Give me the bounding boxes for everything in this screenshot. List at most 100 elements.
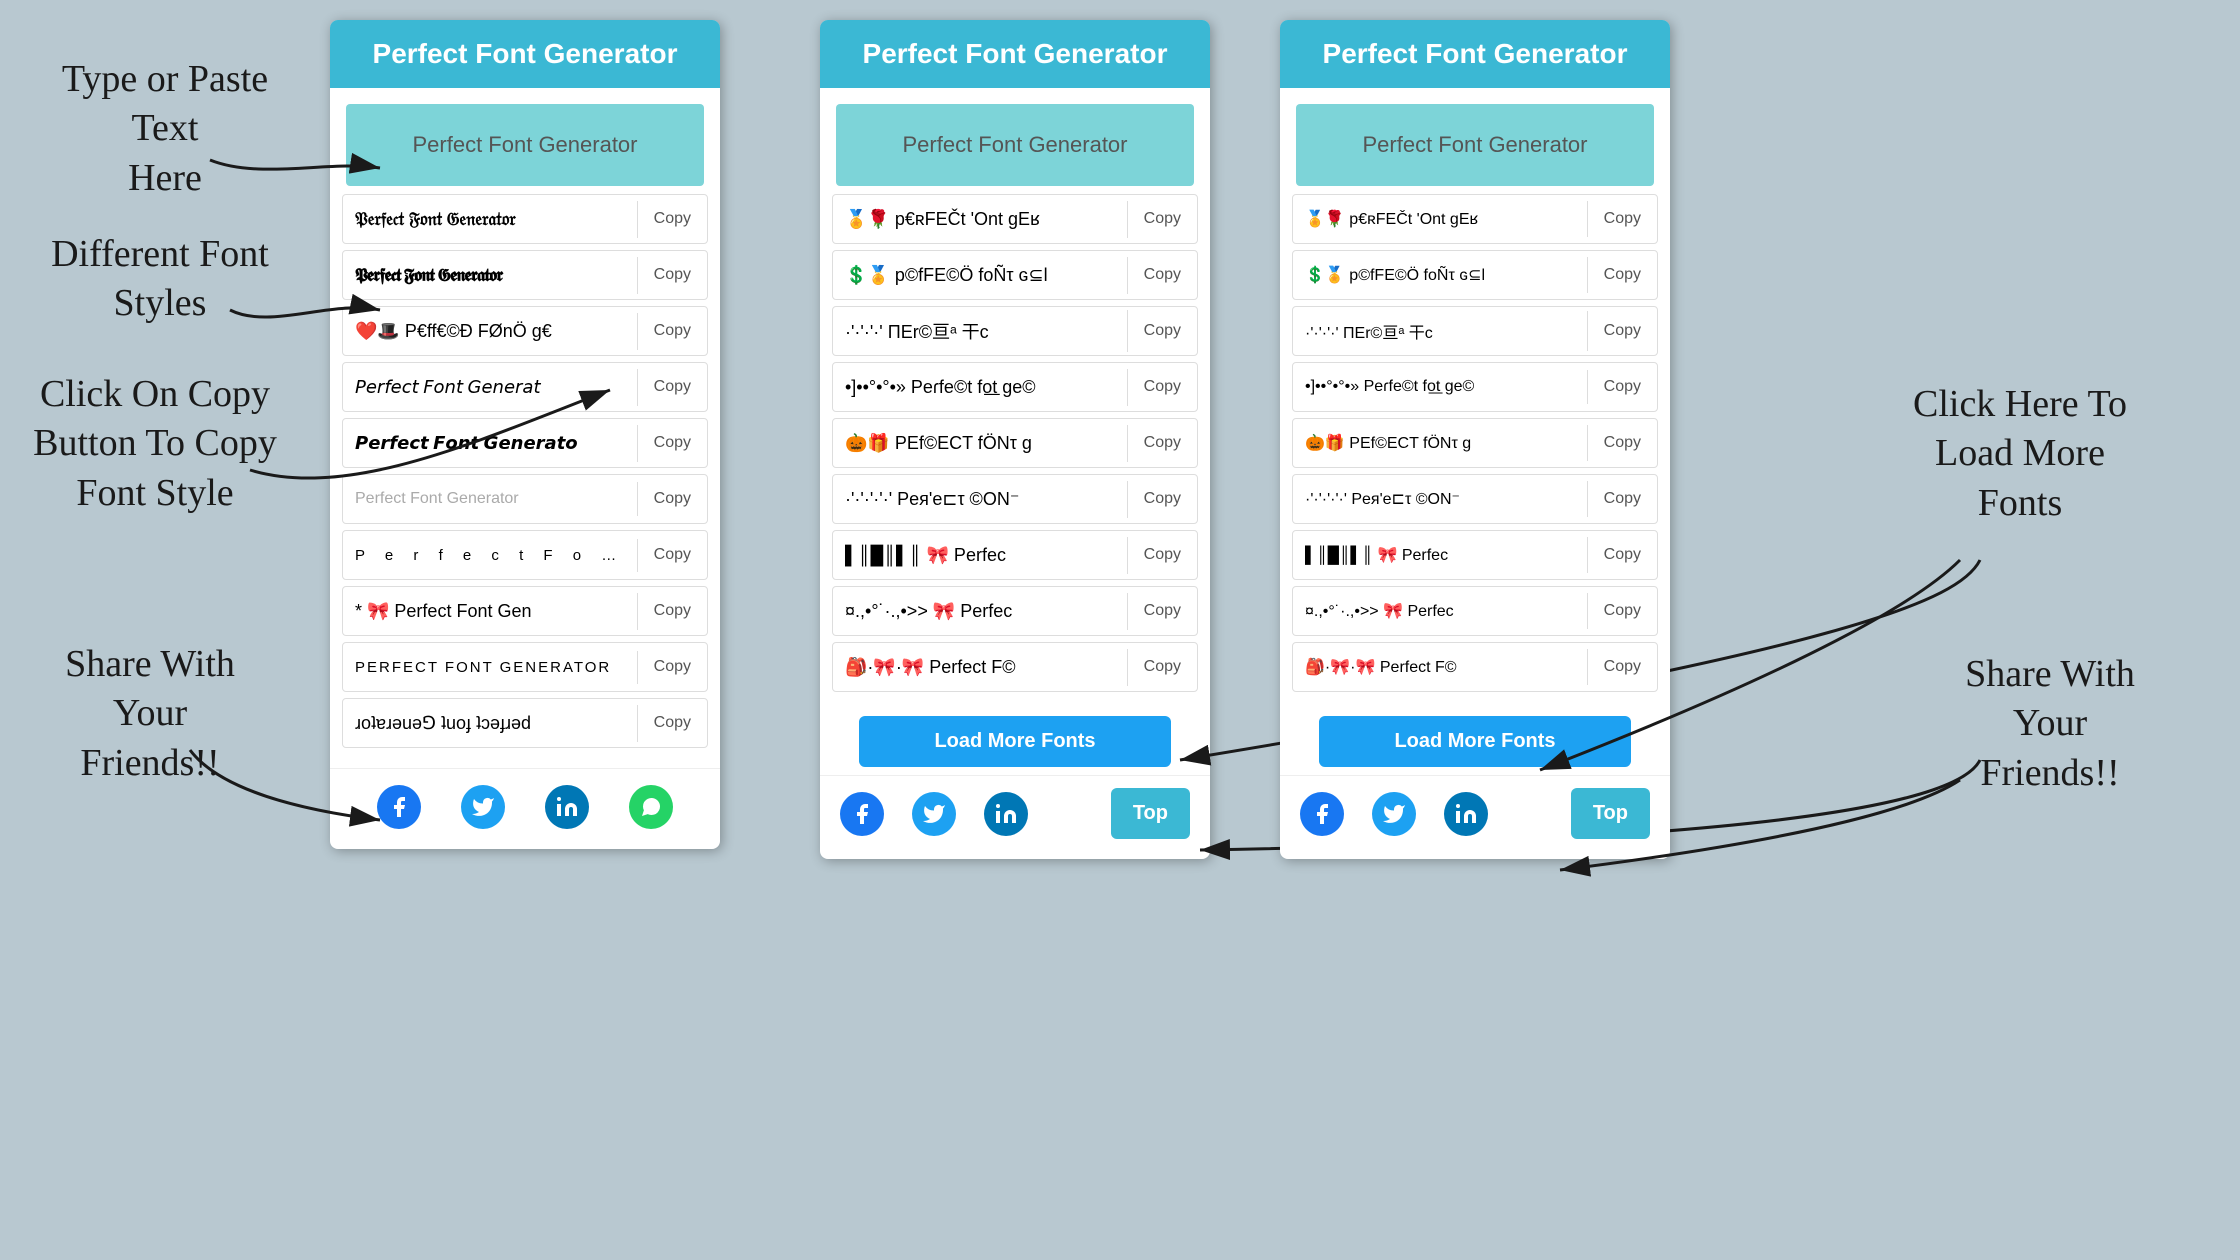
r2-twitter-icon[interactable] (1372, 792, 1416, 836)
r2-copy-9[interactable]: Copy (1588, 650, 1657, 684)
annotation-different-fonts: Different FontStyles (20, 230, 300, 329)
r2-copy-5[interactable]: Copy (1588, 426, 1657, 460)
right-font-row-2: ·'·'·'·' ΠEr©亘ᵃ 干c Copy (832, 306, 1198, 356)
font-text-4: 𝘗𝘦𝘳𝘧𝘦𝘤𝘵 𝘍𝘰𝘯𝘵 𝘎𝘦𝘯𝘦𝘳𝘢𝘵 (343, 369, 638, 406)
r2-linkedin-icon[interactable] (1444, 792, 1488, 836)
annotation-click-copy: Click On CopyButton To CopyFont Style (0, 370, 310, 518)
copy-btn-8[interactable]: Copy (638, 594, 707, 628)
copy-btn-1[interactable]: Copy (638, 202, 707, 236)
r2-copy-1[interactable]: Copy (1588, 202, 1657, 236)
r2-row-9: 🎒·🎀·🎀 Perfect F© Copy (1292, 642, 1658, 692)
right-copy-btn-4[interactable]: Copy (1128, 426, 1197, 460)
top-button-2[interactable]: Top (1571, 788, 1650, 839)
r2-row-3: ·'·'·'·' ΠEr©亘ᵃ 干c Copy (1292, 306, 1658, 356)
facebook-icon[interactable] (377, 785, 421, 829)
right-copy-btn-0[interactable]: Copy (1128, 202, 1197, 236)
font-text-3: ❤️🎩 P€ff€©Ð FØnÖ g€ (343, 313, 638, 350)
right-font-text-2: ·'·'·'·' ΠEr©亘ᵃ 干c (833, 310, 1128, 352)
right-font-text-6: ▌║█║▌║ 🎀 Perfec (833, 537, 1128, 574)
font-row-9: PERFECT FONT GENERATOR Copy (342, 642, 708, 692)
r2-copy-2[interactable]: Copy (1588, 258, 1657, 292)
r2-copy-8[interactable]: Copy (1588, 594, 1657, 628)
r2-copy-6[interactable]: Copy (1588, 482, 1657, 516)
twitter-icon[interactable] (461, 785, 505, 829)
left-panel: Perfect Font Generator Perfect Font Gene… (330, 20, 720, 849)
whatsapp-icon[interactable] (629, 785, 673, 829)
right-linkedin-icon[interactable] (984, 792, 1028, 836)
r2-social-row: Top (1280, 775, 1670, 859)
r2-row-2: 💲🏅 p©fFE©Ö foÑτ ɢ⊆l Copy (1292, 250, 1658, 300)
right-twitter-icon[interactable] (912, 792, 956, 836)
font-row-3: ❤️🎩 P€ff€©Ð FØnÖ g€ Copy (342, 306, 708, 356)
load-more-button[interactable]: Load More Fonts (859, 716, 1171, 767)
right-input-value: Perfect Font Generator (903, 132, 1128, 157)
top-button[interactable]: Top (1111, 788, 1190, 839)
right2-title: Perfect Font Generator (1300, 38, 1650, 70)
r2-row-4: •]••°•°•» Peɾfe©t fo͟t ge© Copy (1292, 362, 1658, 412)
right-font-text-1: 💲🏅 p©fFE©Ö foÑτ ɢ⊆l (833, 257, 1128, 294)
right-font-row-8: 🎒·🎀·🎀 Perfect F© Copy (832, 642, 1198, 692)
right-font-row-7: ¤.,•°˙·.,•>> 🎀 Perfec Copy (832, 586, 1198, 636)
r2-row-7: ▌║█║▌║ 🎀 Perfec Copy (1292, 530, 1658, 580)
right-font-text-3: •]••°•°•» Peɾfe©t fo͟t ge© (833, 369, 1128, 406)
font-text-10: ɹoʇɐɹǝuǝ⅁ ʇuoɟ ʇɔǝɟɹǝd (343, 705, 638, 742)
annotation-share-left: Share WithYourFriends!! (20, 640, 280, 788)
font-text-1: 𝔓𝔢𝔯𝔣𝔢𝔠𝔱 𝔉𝔬𝔫𝔱 𝔊𝔢𝔫𝔢𝔯𝔞𝔱𝔬𝔯 (343, 201, 638, 238)
right2-input[interactable]: Perfect Font Generator (1296, 104, 1654, 186)
copy-btn-2[interactable]: Copy (638, 258, 707, 292)
right-font-row-6: ▌║█║▌║ 🎀 Perfec Copy (832, 530, 1198, 580)
copy-btn-7[interactable]: Copy (638, 538, 707, 572)
right-input-box[interactable]: Perfect Font Generator (836, 104, 1194, 186)
copy-btn-6[interactable]: Copy (638, 482, 707, 516)
right-copy-btn-5[interactable]: Copy (1128, 482, 1197, 516)
left-input-box[interactable]: Perfect Font Generator (346, 104, 704, 186)
right-font-row-1: 💲🏅 p©fFE©Ö foÑτ ɢ⊆l Copy (832, 250, 1198, 300)
left-panel-header: Perfect Font Generator (330, 20, 720, 88)
font-row-1: 𝔓𝔢𝔯𝔣𝔢𝔠𝔱 𝔉𝔬𝔫𝔱 𝔊𝔢𝔫𝔢𝔯𝔞𝔱𝔬𝔯 Copy (342, 194, 708, 244)
font-row-8: * 🎀 Perfect Font Gen Copy (342, 586, 708, 636)
right-copy-btn-2[interactable]: Copy (1128, 314, 1197, 348)
right-copy-btn-1[interactable]: Copy (1128, 258, 1197, 292)
font-text-6: Perfect Font Generator (343, 482, 638, 516)
copy-btn-4[interactable]: Copy (638, 370, 707, 404)
r2-copy-7[interactable]: Copy (1588, 538, 1657, 572)
right-font-row-3: •]••°•°•» Peɾfe©t fo͟t ge© Copy (832, 362, 1198, 412)
r2-facebook-icon[interactable] (1300, 792, 1344, 836)
right-font-row-5: ·'·'·'·'·' Peя'e⊏τ ©ON⁻ Copy (832, 474, 1198, 524)
right-font-text-8: 🎒·🎀·🎀 Perfect F© (833, 649, 1128, 686)
copy-btn-9[interactable]: Copy (638, 650, 707, 684)
r2-row-1: 🏅🌹 p€ʀFEČt 'Ont gEʁ Copy (1292, 194, 1658, 244)
right-panel-2: Perfect Font Generator Perfect Font Gene… (1280, 20, 1670, 859)
font-row-10: ɹoʇɐɹǝuǝ⅁ ʇuoɟ ʇɔǝɟɹǝd Copy (342, 698, 708, 748)
r2-copy-4[interactable]: Copy (1588, 370, 1657, 404)
right-copy-btn-3[interactable]: Copy (1128, 370, 1197, 404)
load-more-button-2[interactable]: Load More Fonts (1319, 716, 1631, 767)
left-social-row (330, 768, 720, 849)
right-font-list: 🏅🌹 p€ʀFEČt 'Ont gEʁ Copy 💲🏅 p©fFE©Ö foÑτ… (820, 194, 1210, 706)
font-text-2: 𝕻𝖊𝖗𝖋𝖊𝖈𝖙 𝕱𝖔𝖓𝖙 𝕲𝖊𝖓𝖊𝖗𝖆𝖙𝖔𝖗 (343, 257, 638, 294)
right-facebook-icon[interactable] (840, 792, 884, 836)
font-text-5: 𝙋𝙚𝙧𝙛𝙚𝙘𝙩 𝙁𝙤𝙣𝙩 𝙂𝙚𝙣𝙚𝙧𝙖𝙩𝙤 (343, 425, 638, 462)
font-row-4: 𝘗𝘦𝘳𝘧𝘦𝘤𝘵 𝘍𝘰𝘯𝘵 𝘎𝘦𝘯𝘦𝘳𝘢𝘵 Copy (342, 362, 708, 412)
font-text-9: PERFECT FONT GENERATOR (343, 651, 638, 684)
copy-btn-10[interactable]: Copy (638, 706, 707, 740)
font-text-8: * 🎀 Perfect Font Gen (343, 593, 638, 630)
right-social-icons (840, 792, 1028, 836)
annotation-type-paste: Type or Paste TextHere (30, 55, 300, 203)
right-copy-btn-8[interactable]: Copy (1128, 650, 1197, 684)
font-row-6: Perfect Font Generator Copy (342, 474, 708, 524)
copy-btn-5[interactable]: Copy (638, 426, 707, 460)
right-copy-btn-7[interactable]: Copy (1128, 594, 1197, 628)
right-social-row: Top (820, 775, 1210, 859)
left-font-list: 𝔓𝔢𝔯𝔣𝔢𝔠𝔱 𝔉𝔬𝔫𝔱 𝔊𝔢𝔫𝔢𝔯𝔞𝔱𝔬𝔯 Copy 𝕻𝖊𝖗𝖋𝖊𝖈𝖙 𝕱𝖔𝖓𝖙… (330, 194, 720, 762)
r2-row-6: ·'·'·'·'·' Peя'e⊏τ ©ON⁻ Copy (1292, 474, 1658, 524)
font-text-7: P e r f e c t F o n t (343, 539, 638, 572)
annotation-share-right: Share WithYourFriends!! (1910, 650, 2190, 798)
linkedin-icon[interactable] (545, 785, 589, 829)
annotation-load-more: Click Here ToLoad MoreFonts (1860, 380, 2180, 528)
r2-row-8: ¤.,•°˙·.,•>> 🎀 Perfec Copy (1292, 586, 1658, 636)
r2-copy-3[interactable]: Copy (1588, 314, 1657, 348)
copy-btn-3[interactable]: Copy (638, 314, 707, 348)
right-copy-btn-6[interactable]: Copy (1128, 538, 1197, 572)
right-panel-header: Perfect Font Generator (820, 20, 1210, 88)
